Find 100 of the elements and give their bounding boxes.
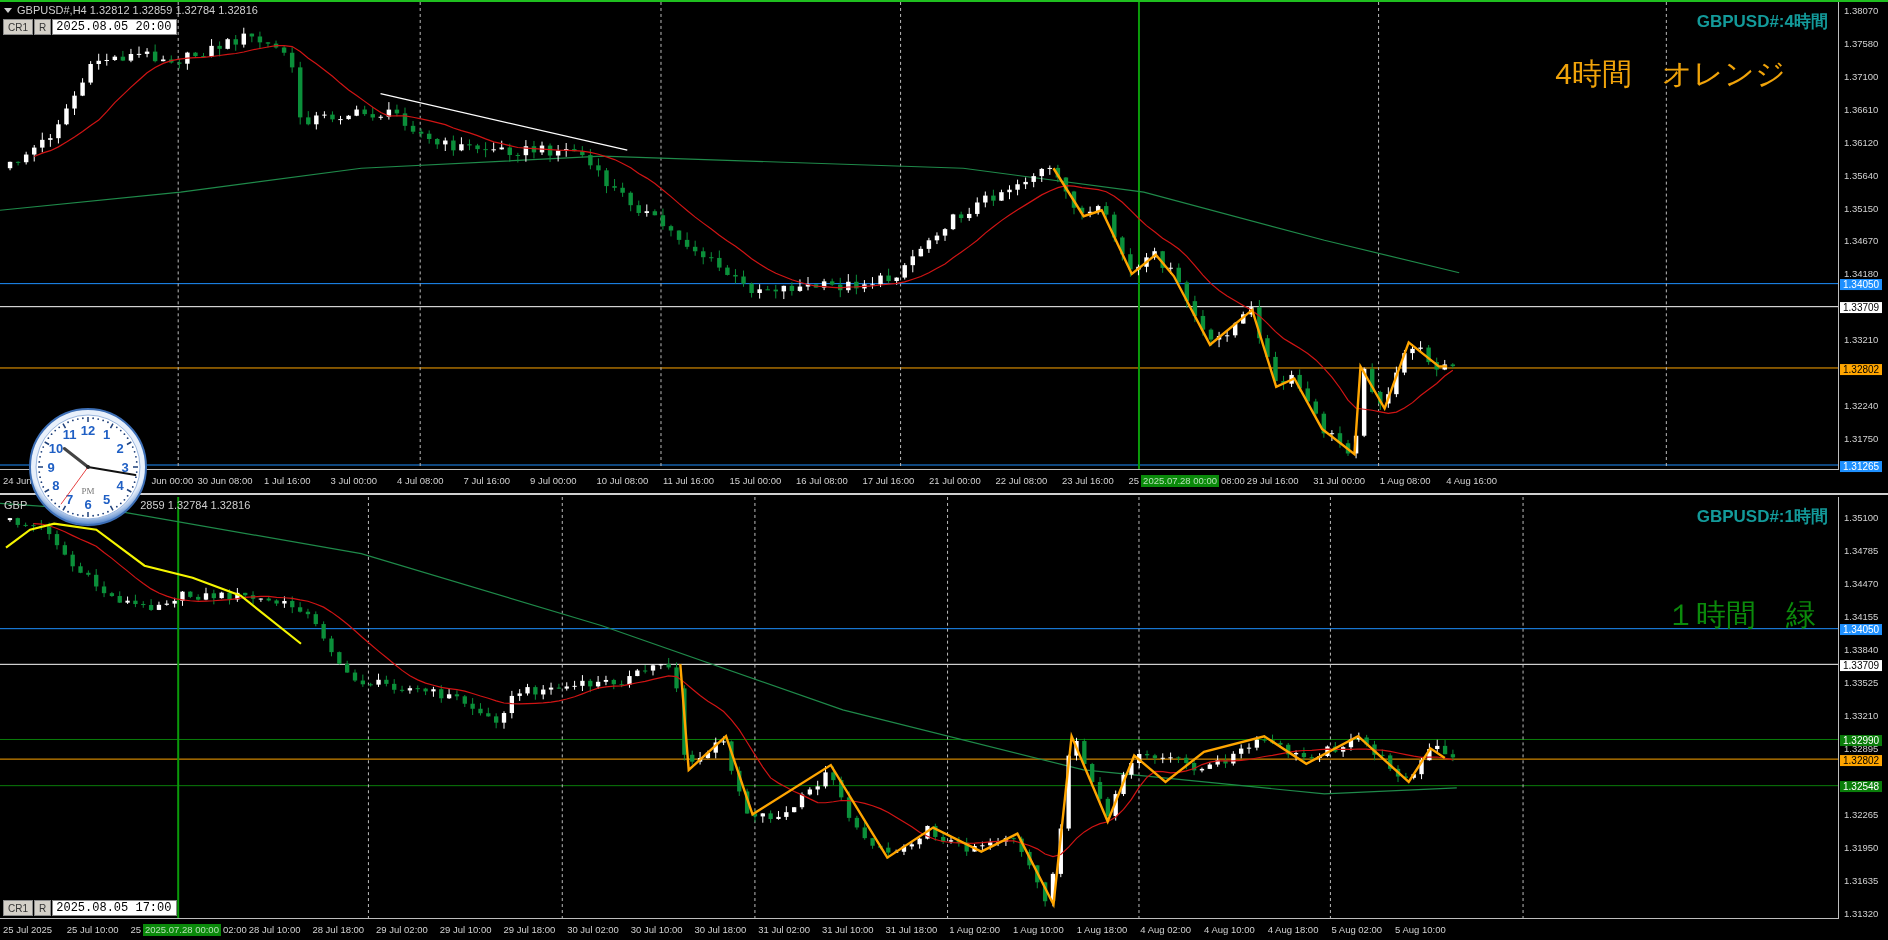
price-tick: 1.31320 <box>1844 909 1879 919</box>
price-tick: 1.31950 <box>1844 843 1879 853</box>
time-label: 08:00 <box>1221 475 1245 486</box>
time-label: 31 Jul 10:00 <box>821 924 875 935</box>
time-label: 16 Jul 08:00 <box>796 475 849 486</box>
time-label: 4 Aug 10:00 <box>1204 924 1256 935</box>
price-tick: 1.32895 <box>1844 744 1879 754</box>
clock-number: 10 <box>48 441 64 456</box>
clock-number: 3 <box>121 459 129 475</box>
time-label: 15 Jul 00:00 <box>729 475 783 486</box>
chart-button[interactable]: CR1 <box>3 900 33 916</box>
chart-button[interactable]: CR1 <box>3 19 33 35</box>
price-level-line[interactable] <box>0 738 1838 740</box>
time-label: 02:00 <box>222 924 247 935</box>
time-label: 29 Jul 16:00 <box>1246 475 1300 486</box>
time-label: 1 Aug 08:00 <box>1379 475 1432 486</box>
clock-number: 2 <box>116 441 124 456</box>
clock-number: 1 <box>102 427 111 443</box>
chart-title: GBPUSD#:1時間 <box>1696 506 1828 528</box>
price-tick: 1.33210 <box>1844 711 1879 721</box>
time-label: 31 Jul 00:00 <box>1313 475 1367 486</box>
time-label: 4 Aug 18:00 <box>1267 924 1320 935</box>
price-tick: 1.34470 <box>1844 579 1879 589</box>
price-tick: 1.35100 <box>1844 513 1879 523</box>
time-label: 25 <box>1128 475 1140 486</box>
clock-number: 5 <box>102 491 111 507</box>
time-label: 30 Jul 18:00 <box>694 924 748 935</box>
chart-note: １時間 緑 <box>1666 597 1816 633</box>
trend-line[interactable] <box>5 522 302 645</box>
date-field[interactable]: 2025.08.05 20:00 <box>52 19 178 35</box>
time-label: 4 Jul 08:00 <box>397 475 445 486</box>
chart-title: GBPUSD#:4時間 <box>1696 11 1828 33</box>
chart-note: 4時間 オレンジ <box>1555 56 1786 92</box>
time-label: 29 Jul 10:00 <box>439 924 493 935</box>
chart-button[interactable]: R <box>34 900 52 916</box>
price-tag: 1.31265 <box>1840 461 1883 473</box>
price-tag: 1.33709 <box>1840 302 1883 314</box>
price-tag: 1.32802 <box>1840 363 1883 375</box>
price-level-line[interactable] <box>0 628 1838 630</box>
chart-button[interactable]: R <box>34 19 52 35</box>
clock-number: 11 <box>62 427 77 443</box>
time-label: 11 Jul 16:00 <box>663 475 716 486</box>
price-tick: 1.38070 <box>1844 6 1879 16</box>
price-tick: 1.33525 <box>1844 678 1879 688</box>
price-tag: 1.34050 <box>1840 279 1883 291</box>
price-level-line[interactable] <box>0 283 1838 285</box>
time-label: 30 Jul 10:00 <box>630 924 684 935</box>
price-tick: 1.34155 <box>1844 612 1879 622</box>
time-label: 17 Jul 16:00 <box>862 475 916 486</box>
time-label: 29 Jul 02:00 <box>376 924 429 935</box>
caret-icon[interactable] <box>4 7 12 13</box>
time-label: 7 Jul 16:00 <box>463 475 511 486</box>
price-tick: 1.32240 <box>1844 401 1879 411</box>
clock-number: 9 <box>47 459 55 475</box>
symbol-quote: GBP <box>4 499 28 511</box>
price-tick: 1.32265 <box>1844 810 1879 820</box>
time-label: 30 Jul 02:00 <box>567 924 620 935</box>
price-tag: 1.32990 <box>1840 735 1883 747</box>
time-label: 25 Jul 2025 <box>3 924 54 935</box>
clock-number: 4 <box>116 478 124 493</box>
time-label: 9 Jul 00:00 <box>530 475 578 486</box>
price-tick: 1.37580 <box>1844 39 1879 49</box>
price-tick: 1.34180 <box>1844 269 1879 279</box>
price-tag: 1.34050 <box>1840 624 1883 636</box>
price-level-line[interactable] <box>0 464 1838 466</box>
price-tick: 1.31750 <box>1844 434 1879 444</box>
time-label: 28 Jul 10:00 <box>248 924 302 935</box>
price-tick: 1.37100 <box>1844 72 1879 82</box>
price-tick: 1.33210 <box>1844 335 1879 345</box>
time-label: 1 Aug 02:00 <box>949 924 1001 935</box>
price-tick: 1.34785 <box>1844 546 1879 556</box>
price-tag: 1.32802 <box>1840 754 1883 766</box>
price-tick: 1.36610 <box>1844 105 1879 115</box>
time-label: 1 Aug 10:00 <box>1012 924 1065 935</box>
clock-number: 7 <box>65 491 74 507</box>
time-label: 29 Jul 18:00 <box>503 924 557 935</box>
date-field[interactable]: 2025.08.05 17:00 <box>52 900 178 916</box>
time-label: 25 Jul 10:00 <box>66 924 120 935</box>
time-label: 5 Aug 02:00 <box>1331 924 1384 935</box>
price-level-line[interactable] <box>0 758 1838 760</box>
price-tick: 1.34670 <box>1844 236 1879 246</box>
time-marker-label: 2025.07.28 00:00 <box>142 923 221 936</box>
price-tick: 1.36120 <box>1844 138 1879 148</box>
price-level-line[interactable] <box>0 785 1838 787</box>
price-tag: 1.32548 <box>1840 781 1883 793</box>
clock-number: 8 <box>52 478 60 493</box>
price-tick: 1.35640 <box>1844 171 1879 180</box>
price-tag: 1.33709 <box>1840 659 1883 671</box>
price-tick: 1.35150 <box>1844 204 1879 214</box>
time-label: 10 Jul 08:00 <box>596 475 650 486</box>
clock-number: 12 <box>80 422 96 438</box>
time-label: 4 Aug 02:00 <box>1140 924 1193 935</box>
price-tick: 1.33840 <box>1844 645 1879 655</box>
symbol-quote: GBPUSD#,H4 1.32812 1.32859 1.32784 1.32816 <box>17 4 258 16</box>
time-label: 31 Jul 02:00 <box>758 924 811 935</box>
time-label: 3 Jul 00:00 <box>330 475 378 486</box>
time-label: 22 Jul 08:00 <box>995 475 1049 486</box>
time-label: 21 Jul 00:00 <box>929 475 982 486</box>
clock-label: PM <box>81 486 95 496</box>
time-marker-label: 2025.07.28 00:00 <box>1141 474 1220 487</box>
